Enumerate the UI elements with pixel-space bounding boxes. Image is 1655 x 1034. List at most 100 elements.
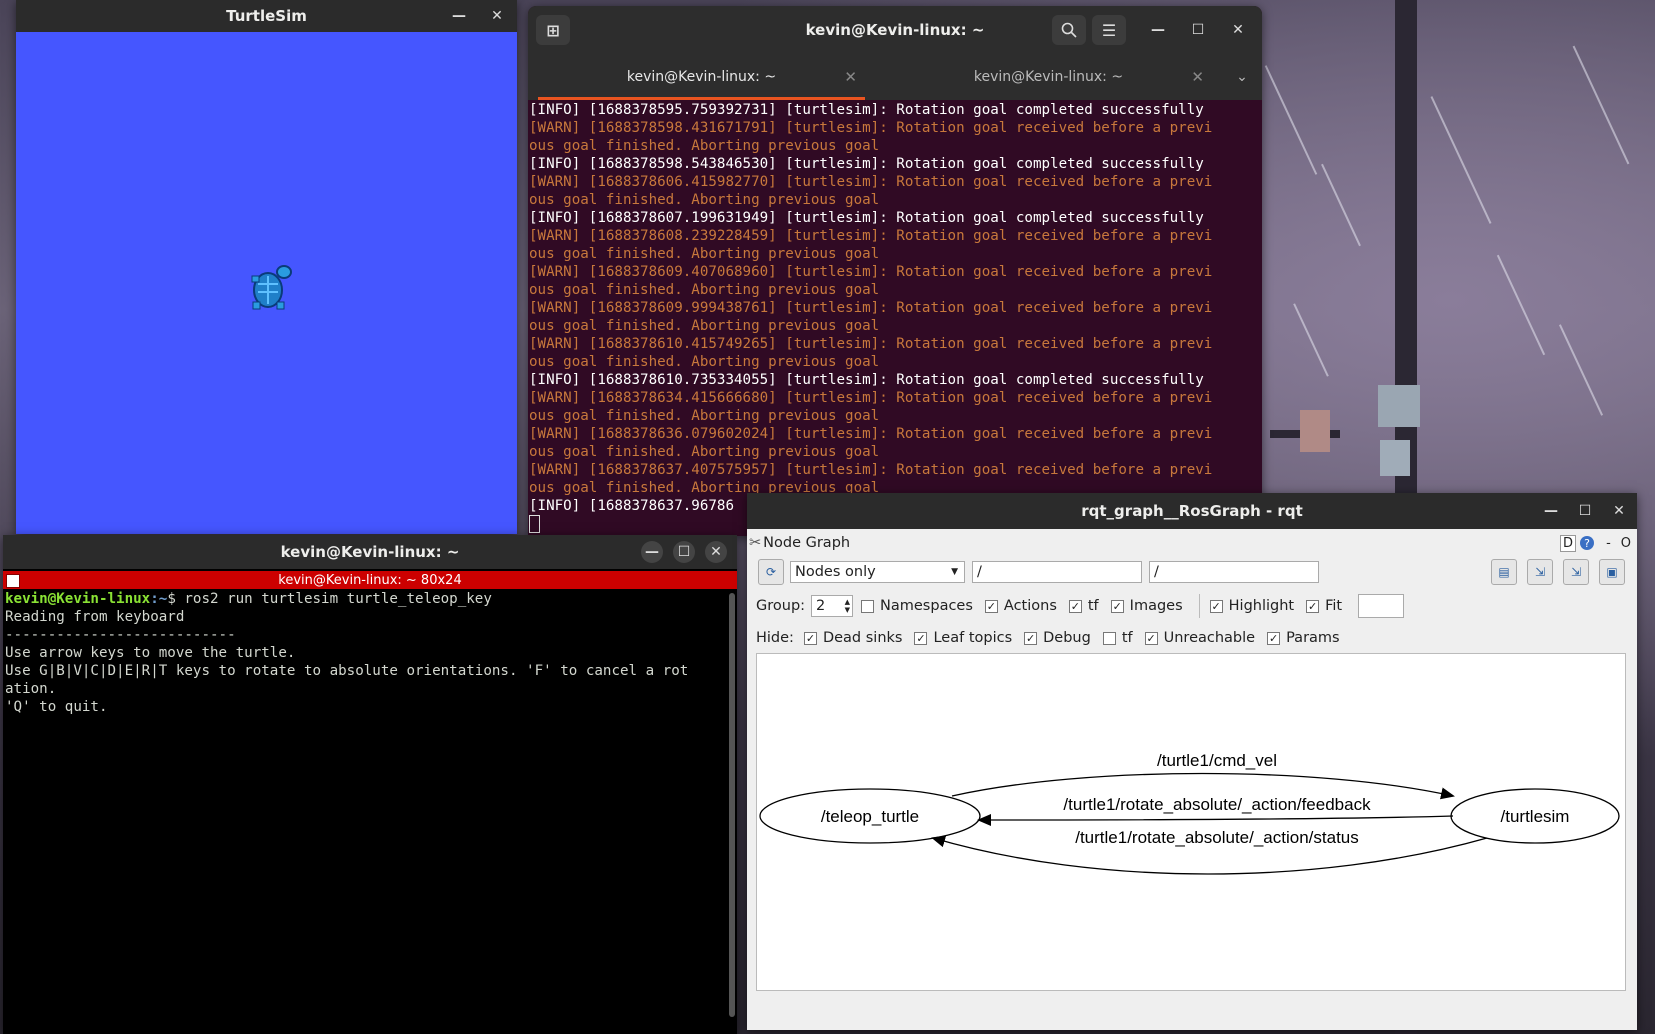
help-icon[interactable]: ? — [1580, 536, 1595, 550]
graph-toolbar: ⟳ Nodes only ▼ / / ▤ ⇲ ⇲ ▣ — [747, 559, 1637, 585]
log-line-warn: ous goal finished. Aborting previous goa… — [529, 444, 880, 460]
unchecked-box-icon[interactable] — [1102, 631, 1116, 645]
options-checkboxes-2: ✓ Highlight ✓ Fit — [1209, 598, 1354, 614]
tab-terminal-2[interactable]: kevin@Kevin-linux: ~ ✕ — [875, 54, 1222, 100]
check-icon[interactable]: ✓ — [1306, 599, 1320, 613]
maximize-icon[interactable]: ☐ — [673, 541, 695, 563]
refresh-icon[interactable]: ⟳ — [758, 559, 784, 585]
log-line-info: [INFO] [1688378598.543846530] [turtlesim… — [529, 156, 1204, 172]
checkbox-unreachable[interactable]: ✓ Unreachable — [1144, 630, 1255, 646]
tab-label: kevin@Kevin-linux: ~ — [626, 69, 777, 85]
close-icon[interactable]: ✕ — [1607, 499, 1631, 523]
fit-color-box[interactable] — [1358, 594, 1405, 618]
check-icon[interactable]: ✓ — [1267, 631, 1281, 645]
unchecked-box-icon[interactable] — [861, 599, 875, 613]
topic-filter-input[interactable]: / — [1149, 561, 1319, 583]
dock-button[interactable]: D — [1560, 534, 1577, 552]
terminal-window-teleop[interactable]: kevin@Kevin-linux: ~ — ☐ ✕ kevin@Kevin-l… — [3, 535, 737, 1034]
terminal-output[interactable]: [INFO] [1688378595.759392731] [turtlesim… — [529, 101, 1262, 536]
log-line-warn: ous goal finished. Aborting previous goa… — [529, 282, 880, 298]
turtlesim-window[interactable]: TurtleSim — ✕ — [16, 0, 517, 534]
close-plugin-button[interactable]: O — [1621, 536, 1631, 551]
minimize-plugin-button[interactable]: - — [1606, 536, 1611, 551]
window-controls: — ☐ ✕ — [641, 535, 727, 569]
chevron-down-icon[interactable]: ⌄ — [1222, 54, 1262, 100]
new-tab-button[interactable]: ⊞ — [536, 15, 570, 45]
output-line: ation. — [5, 681, 57, 697]
prompt-path: :~ — [150, 591, 168, 607]
wallpaper-box — [1300, 410, 1330, 452]
save-image-icon[interactable]: ▣ — [1599, 559, 1625, 585]
graph-mode-select[interactable]: Nodes only ▼ — [790, 561, 965, 583]
checkbox-leaf-topics[interactable]: ✓ Leaf topics — [914, 630, 1012, 646]
checkbox-debug[interactable]: ✓ Debug — [1024, 630, 1091, 646]
turtlesim-titlebar[interactable]: TurtleSim — ✕ — [16, 0, 517, 32]
close-icon[interactable]: ✕ — [1226, 18, 1250, 42]
close-icon[interactable]: ✕ — [705, 541, 727, 563]
log-line-info: [INFO] [1688378595.759392731] [turtlesim… — [529, 102, 1204, 118]
close-icon[interactable]: ✕ — [485, 4, 509, 28]
namespace-filter-input[interactable]: / — [972, 561, 1142, 583]
checkbox-actions[interactable]: ✓ Actions — [984, 598, 1057, 614]
log-line-warn: ous goal finished. Aborting previous goa… — [529, 192, 880, 208]
checkbox-dead-sinks[interactable]: ✓ Dead sinks — [803, 630, 902, 646]
log-line-warn: [WARN] [1688378608.239228459] [turtlesim… — [529, 228, 1213, 244]
check-icon[interactable]: ✓ — [1144, 631, 1158, 645]
check-icon[interactable]: ✓ — [1209, 599, 1223, 613]
rain-streak — [1572, 45, 1630, 165]
log-line-warn: [WARN] [1688378634.415666680] [turtlesim… — [529, 390, 1213, 406]
tab-terminal-1[interactable]: kevin@Kevin-linux: ~ ✕ — [528, 54, 875, 100]
output-line: 'Q' to quit. — [5, 699, 108, 715]
file-buttons: ▤ ⇲ ⇲ ▣ — [1491, 559, 1625, 585]
scrollbar[interactable] — [729, 593, 735, 1017]
checkbox-tf[interactable]: tf — [1102, 630, 1133, 646]
checkbox-label: Params — [1286, 630, 1340, 646]
check-icon[interactable]: ✓ — [1024, 631, 1038, 645]
group-spinbox[interactable]: 2 ▲ ▼ — [811, 595, 854, 617]
rqt-titlebar[interactable]: rqt_graph__RosGraph - rqt — ☐ ✕ — [747, 493, 1637, 529]
checkbox-fit[interactable]: ✓ Fit — [1306, 598, 1342, 614]
minimize-icon[interactable]: — — [1539, 499, 1563, 523]
checkbox-tf[interactable]: ✓ tf — [1068, 598, 1099, 614]
check-icon[interactable]: ✓ — [803, 631, 817, 645]
minimize-icon[interactable]: — — [447, 4, 471, 28]
group-label: Group: — [756, 598, 806, 614]
check-icon[interactable]: ✓ — [1068, 599, 1082, 613]
plugin-header: ✂ Node Graph D ? - O — [747, 531, 1637, 555]
namespace-filter-value: / — [977, 564, 982, 580]
plugin-controls: D ? - O — [1560, 534, 1631, 552]
save-dot-icon[interactable]: ⇲ — [1527, 559, 1553, 585]
graph-canvas[interactable]: /teleop_turtle /turtlesim /turtle1/cmd_v… — [756, 653, 1626, 991]
close-tab-icon[interactable]: ✕ — [844, 68, 857, 86]
terminal-window-log[interactable]: ⊞ kevin@Kevin-linux: ~ ☰ — ☐ ✕ kevin@Kev… — [528, 6, 1262, 536]
maximize-icon[interactable]: ☐ — [1186, 18, 1210, 42]
spin-arrows-icon[interactable]: ▲ ▼ — [845, 598, 850, 614]
window-controls: — ☐ ✕ — [1539, 493, 1631, 529]
check-icon[interactable]: ✓ — [914, 631, 928, 645]
rain-streak — [1264, 65, 1318, 175]
checkbox-params[interactable]: ✓ Params — [1267, 630, 1340, 646]
close-tab-icon[interactable]: ✕ — [1191, 68, 1204, 86]
terminal-titlebar[interactable]: ⊞ kevin@Kevin-linux: ~ ☰ — ☐ ✕ — [528, 6, 1262, 54]
load-dot-icon[interactable]: ▤ — [1491, 559, 1517, 585]
terminal-titlebar[interactable]: kevin@Kevin-linux: ~ — ☐ ✕ — [3, 535, 737, 569]
graph-edge-label: /turtle1/rotate_absolute/_action/feedbac… — [1063, 795, 1371, 814]
hamburger-menu-button[interactable]: ☰ — [1092, 15, 1126, 45]
terminal-output[interactable]: kevin@Kevin-linux:~$ ros2 run turtlesim … — [5, 590, 723, 716]
minimize-icon[interactable]: — — [1146, 18, 1170, 42]
checkbox-namespaces[interactable]: Namespaces — [861, 598, 973, 614]
checkbox-label: Images — [1129, 598, 1183, 614]
minimize-icon[interactable]: — — [641, 541, 663, 563]
rqt-window[interactable]: rqt_graph__RosGraph - rqt — ☐ ✕ ✂ Node G… — [747, 493, 1637, 1030]
check-icon[interactable]: ✓ — [1110, 599, 1124, 613]
terminal-size-label: kevin@Kevin-linux: ~ 80x24 — [278, 572, 462, 588]
search-button[interactable] — [1052, 15, 1086, 45]
check-icon[interactable]: ✓ — [984, 599, 998, 613]
save-svg-icon[interactable]: ⇲ — [1563, 559, 1589, 585]
checkbox-images[interactable]: ✓ Images — [1110, 598, 1183, 614]
maximize-icon[interactable]: ☐ — [1573, 499, 1597, 523]
log-line-info: [INFO] [1688378607.199631949] [turtlesim… — [529, 210, 1204, 226]
log-line-warn: ous goal finished. Aborting previous goa… — [529, 246, 880, 262]
checkbox-highlight[interactable]: ✓ Highlight — [1209, 598, 1294, 614]
command-output: Reading from keyboard -------------------… — [5, 608, 723, 716]
